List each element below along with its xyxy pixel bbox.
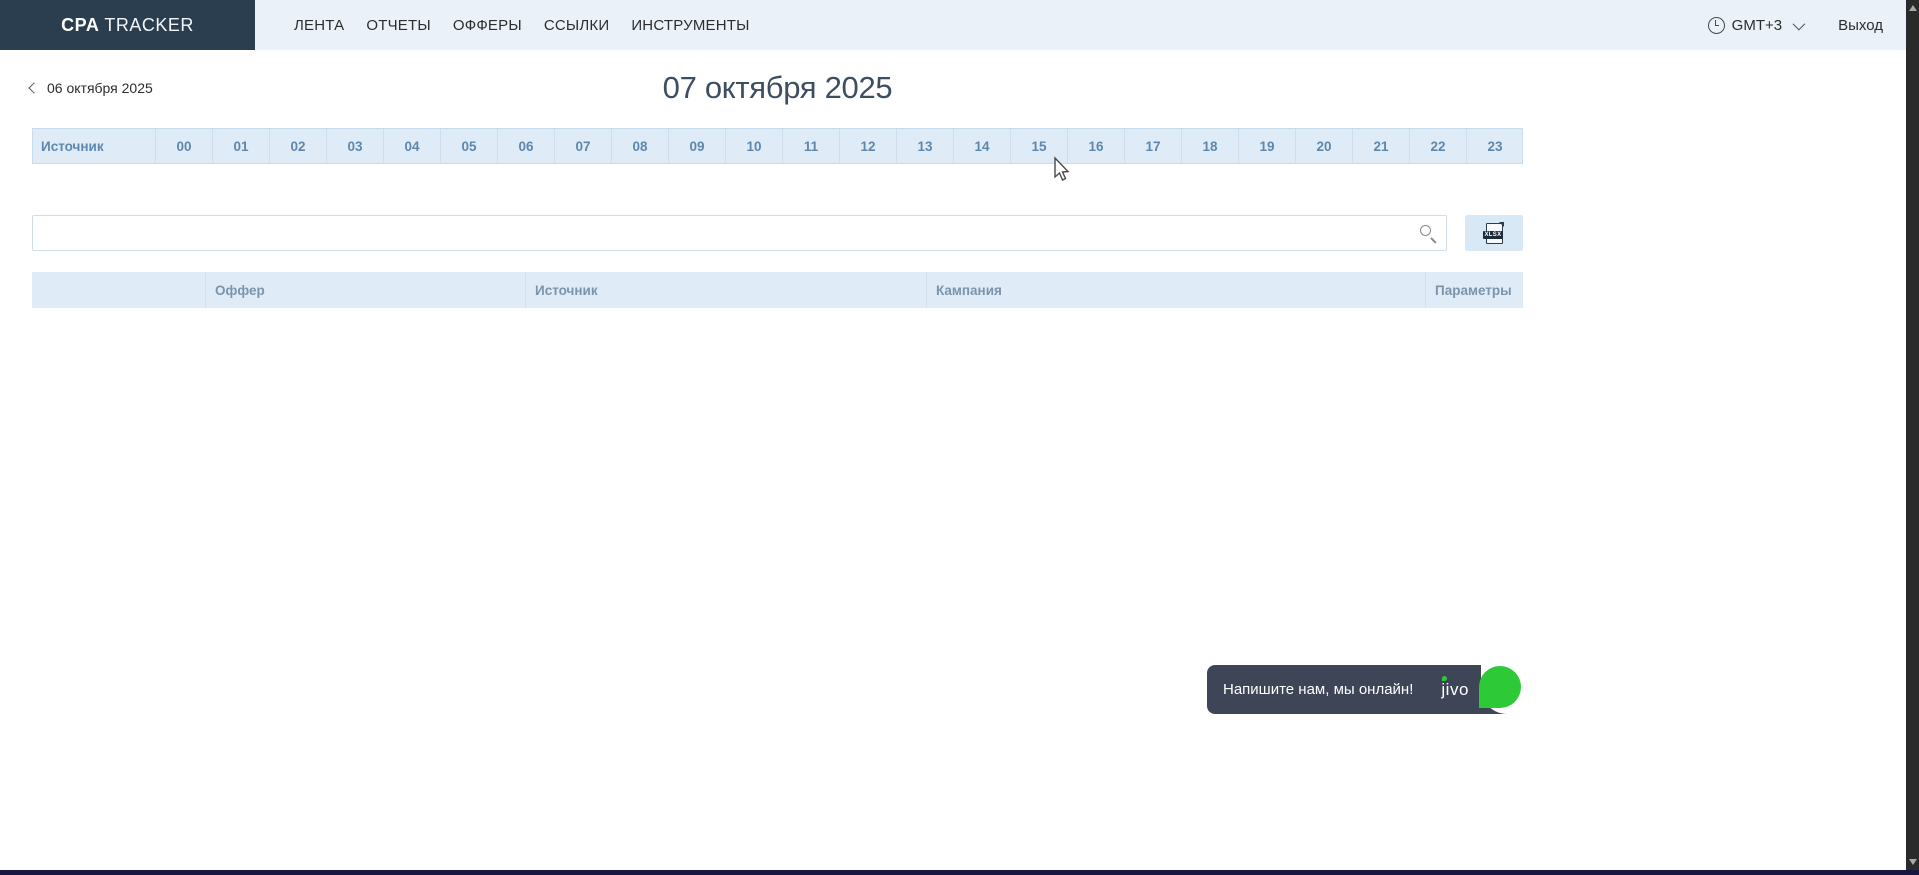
results-column-empty <box>32 272 205 308</box>
hour-cell-16: 16 <box>1067 129 1124 163</box>
hour-cell-02: 02 <box>269 129 326 163</box>
hour-cell-19: 19 <box>1238 129 1295 163</box>
page-title: 07 октября 2025 <box>0 70 1555 106</box>
hour-cell-20: 20 <box>1295 129 1352 163</box>
hour-cell-12: 12 <box>839 129 896 163</box>
nav-right: GMT+3 Выход <box>1708 0 1919 50</box>
jivo-leaf-dot-icon <box>1442 676 1447 681</box>
brand-logo[interactable]: CPA TRACKER <box>0 0 255 50</box>
xlsx-file-label: XLSX <box>1483 231 1504 239</box>
hour-cell-23: 23 <box>1466 129 1523 163</box>
results-column-источник: Источник <box>525 272 926 308</box>
hour-cell-05: 05 <box>440 129 497 163</box>
logout-button[interactable]: Выход <box>1838 17 1883 34</box>
scrollbar-up-arrow-icon[interactable] <box>1909 5 1917 11</box>
nav-links: ЛЕНТАОТЧЕТЫОФФЕРЫССЫЛКИИНСТРУМЕНТЫ <box>283 0 761 50</box>
brand-logo-rest: TRACKER <box>104 15 194 36</box>
hours-source-cell: Источник <box>33 129 155 163</box>
clock-icon <box>1708 17 1725 34</box>
hour-cell-09: 09 <box>668 129 725 163</box>
hour-cell-00: 00 <box>155 129 212 163</box>
xlsx-file-fold <box>1499 222 1504 227</box>
export-xlsx-button[interactable]: XLSX <box>1465 215 1523 251</box>
hour-cell-18: 18 <box>1181 129 1238 163</box>
hour-cell-01: 01 <box>212 129 269 163</box>
nav-item-2[interactable]: ОФФЕРЫ <box>442 17 533 34</box>
hour-cell-07: 07 <box>554 129 611 163</box>
hour-cell-10: 10 <box>725 129 782 163</box>
hour-cell-08: 08 <box>611 129 668 163</box>
top-navbar: CPA TRACKER ЛЕНТАОТЧЕТЫОФФЕРЫССЫЛКИИНСТР… <box>0 0 1919 50</box>
hour-cell-17: 17 <box>1124 129 1181 163</box>
results-table-header: ОфферИсточникКампанияПараметры <box>32 272 1523 308</box>
vertical-scrollbar[interactable] <box>1906 0 1919 875</box>
search-handle <box>1430 237 1436 243</box>
jivo-leaf-icon <box>1479 666 1521 708</box>
results-column-оффер: Оффер <box>205 272 525 308</box>
results-column-параметры: Параметры <box>1425 272 1523 308</box>
nav-item-0[interactable]: ЛЕНТА <box>283 17 355 34</box>
brand-logo-bold: CPA <box>61 15 99 36</box>
chat-widget[interactable]: Напишите нам, мы онлайн! jivo <box>1207 665 1523 714</box>
xlsx-file-icon: XLSX <box>1486 223 1503 244</box>
results-column-кампания: Кампания <box>926 272 1425 308</box>
hour-cell-21: 21 <box>1352 129 1409 163</box>
hour-cell-13: 13 <box>896 129 953 163</box>
hour-cell-04: 04 <box>383 129 440 163</box>
chat-message: Напишите нам, мы онлайн! <box>1207 681 1413 698</box>
hour-cell-03: 03 <box>326 129 383 163</box>
scrollbar-down-arrow-icon[interactable] <box>1909 859 1917 865</box>
hour-cell-22: 22 <box>1409 129 1466 163</box>
timezone-label: GMT+3 <box>1732 17 1782 34</box>
nav-item-4[interactable]: ИНСТРУМЕНТЫ <box>620 17 760 34</box>
nav-item-1[interactable]: ОТЧЕТЫ <box>355 17 441 34</box>
hour-cell-11: 11 <box>782 129 839 163</box>
hour-cell-06: 06 <box>497 129 554 163</box>
timezone-dropdown[interactable]: GMT+3 <box>1708 17 1802 34</box>
jivo-logo: jivo <box>1441 680 1469 700</box>
hour-cell-14: 14 <box>953 129 1010 163</box>
bottom-page-strip <box>0 870 1919 875</box>
search-lens <box>1420 225 1431 236</box>
search-icon[interactable] <box>1412 216 1446 250</box>
nav-item-3[interactable]: ССЫЛКИ <box>533 17 621 34</box>
search-bar <box>32 215 1447 251</box>
hour-cell-15: 15 <box>1010 129 1067 163</box>
hours-header-bar: Источник00010203040506070809101112131415… <box>32 128 1523 164</box>
chevron-down-icon <box>1793 17 1806 30</box>
search-input[interactable] <box>33 216 1412 250</box>
